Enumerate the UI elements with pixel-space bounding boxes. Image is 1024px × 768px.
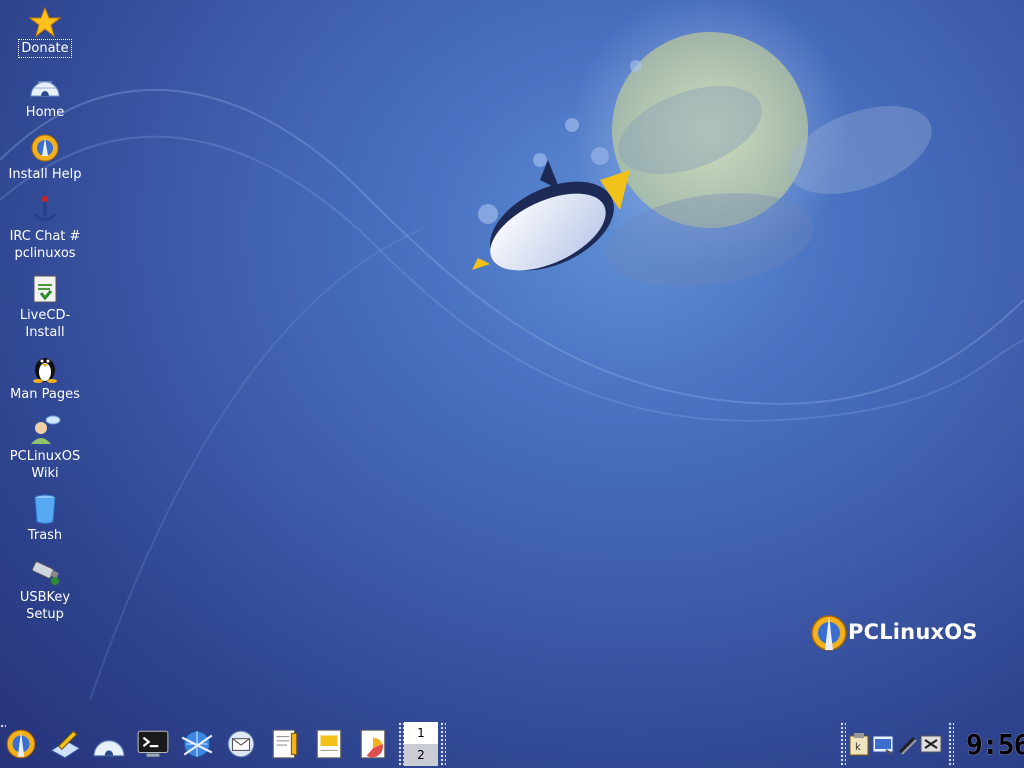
- pclinuxos-globe-icon: [811, 615, 847, 651]
- irc-chat-icon: [33, 196, 57, 222]
- kwrite-launcher[interactable]: [46, 725, 84, 763]
- desktop-icon-pclinuxos-wiki[interactable]: PCLinuxOS Wiki: [0, 414, 90, 482]
- desktop-icon-label: Donate: [18, 39, 72, 58]
- chart-document-launcher[interactable]: [354, 725, 392, 763]
- livecd-install-icon: [33, 275, 57, 303]
- presentation-launcher[interactable]: [310, 725, 348, 763]
- terminal-icon: [137, 730, 169, 757]
- home-launcher[interactable]: [90, 725, 128, 763]
- desktop-icon-irc-chat[interactable]: IRC Chat # pclinuxos: [0, 194, 90, 262]
- volume-icon[interactable]: [896, 732, 918, 756]
- desktop-icon-man-pages[interactable]: Man Pages: [0, 352, 90, 403]
- desktop-icon-install-help[interactable]: Install Help: [0, 132, 90, 183]
- pclinuxos-menu-icon: [6, 729, 36, 759]
- desktop-icon-home[interactable]: Home: [0, 70, 90, 121]
- chart-document-icon: [360, 729, 386, 759]
- desktop-icon-label: Man Pages: [10, 387, 80, 402]
- desktop-icon-label: Trash: [27, 528, 63, 543]
- desktop-icon-donate[interactable]: Donate: [0, 6, 90, 58]
- tux-penguin-icon: [33, 358, 57, 383]
- network-icon[interactable]: [872, 732, 894, 756]
- desktop-icon-usbkey-setup[interactable]: USBKey Setup: [0, 555, 90, 623]
- panel-handle-pager-right[interactable]: [440, 722, 446, 766]
- pclinuxos-globe-icon: [31, 134, 59, 162]
- web-browser-icon: [181, 730, 213, 758]
- desktop-pager: 1 2: [404, 722, 438, 768]
- word-processor-launcher[interactable]: [266, 725, 304, 763]
- kwrite-icon: [50, 730, 81, 759]
- clock[interactable]: 9:56: [966, 728, 1024, 762]
- presentation-icon: [316, 729, 342, 759]
- desktop-icon-label: USBKey Setup: [19, 590, 71, 622]
- panel-handle-clock[interactable]: [948, 722, 954, 766]
- panel-handle-tray[interactable]: [840, 722, 846, 766]
- trash-icon: [34, 494, 56, 524]
- desktop-icon-label: LiveCD- Install: [19, 308, 71, 340]
- star-icon: [29, 6, 61, 38]
- desktop-icon-label: IRC Chat # pclinuxos: [9, 229, 81, 261]
- penguin-illustration: [472, 160, 630, 271]
- email-launcher[interactable]: [222, 725, 260, 763]
- klipper-clipboard-icon[interactable]: k: [848, 732, 870, 756]
- terminal-launcher[interactable]: [134, 725, 172, 763]
- logo-text: PCLinuxOS: [848, 620, 978, 644]
- pager-desktop-2[interactable]: 2: [404, 744, 438, 766]
- desktop-icon-label: Home: [25, 105, 65, 120]
- display-settings-icon[interactable]: [920, 732, 942, 756]
- igloo-home-icon: [30, 81, 60, 97]
- user-chat-icon: [31, 415, 61, 444]
- desktop-icon-livecd-install[interactable]: LiveCD- Install: [0, 273, 90, 341]
- desktop-icon-label: PCLinuxOS Wiki: [9, 449, 81, 481]
- web-browser-launcher[interactable]: [178, 725, 216, 763]
- svg-text:k: k: [855, 742, 861, 753]
- pclinuxos-menu-button[interactable]: [2, 725, 40, 763]
- desktop-icon-trash[interactable]: Trash: [0, 493, 90, 544]
- usb-key-icon: [31, 561, 59, 585]
- home-igloo-icon: [93, 740, 125, 757]
- pager-desktop-1[interactable]: 1: [404, 722, 438, 744]
- email-icon: [227, 730, 255, 758]
- desktop-icon-label: Install Help: [8, 167, 82, 182]
- pclinuxos-logo: PCLinuxOS: [810, 612, 990, 656]
- word-processor-icon: [272, 729, 298, 759]
